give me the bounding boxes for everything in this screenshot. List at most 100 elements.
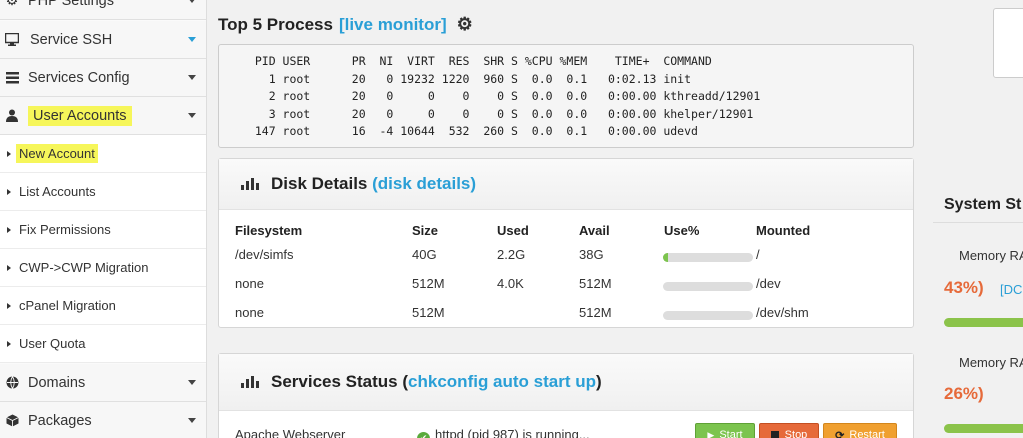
sidebar-sub-cwp-migration[interactable]: CWP->CWP Migration <box>0 249 206 287</box>
chevron-down-icon <box>188 418 196 423</box>
sidebar-item-user-accounts[interactable]: User Accounts <box>0 97 206 135</box>
sidebar-item-label: Services Config <box>28 69 130 86</box>
chevron-down-icon <box>188 37 196 42</box>
chevron-down-icon <box>188 75 196 80</box>
stop-button[interactable]: Stop <box>759 423 819 438</box>
memory-label: Memory RA <box>959 355 1023 370</box>
col-mounted: Mounted <box>756 223 811 238</box>
memory-bar <box>944 318 1023 327</box>
memory-details-link[interactable]: [DC <box>1000 282 1022 297</box>
usage-bar <box>663 282 753 291</box>
disk-panel: Disk Details (disk details) Filesystem S… <box>218 158 914 328</box>
sidebar-sub-label: New Account <box>16 144 98 163</box>
monitor-icon <box>5 33 19 47</box>
cell-avail: 512M <box>579 305 612 320</box>
cell-used: 4.0K <box>497 276 524 291</box>
sidebar-item-label: Packages <box>28 412 92 429</box>
sidebar-sub-new-account[interactable]: New Account <box>0 135 206 173</box>
sidebar-sub-fix-permissions[interactable]: Fix Permissions <box>0 211 206 249</box>
services-title: Services Status (chkconfig auto start up… <box>271 372 602 392</box>
start-button[interactable]: ▶ Start <box>695 423 755 438</box>
refresh-icon: ⟳ <box>835 429 845 438</box>
service-status-text: httpd (pid 987) is running... <box>435 427 590 438</box>
live-monitor-link[interactable]: [live monitor] <box>339 15 447 35</box>
box-icon <box>5 414 19 428</box>
restart-label: Restart <box>849 429 885 438</box>
sidebar-sub-label: User Quota <box>19 336 86 351</box>
cell-mounted: /dev <box>756 276 781 291</box>
start-label: Start <box>719 429 743 438</box>
bar-chart-icon <box>241 376 259 388</box>
memory-label: Memory RA <box>959 248 1023 263</box>
sidebar-sub-label: List Accounts <box>19 184 96 199</box>
stop-icon <box>770 431 779 438</box>
arrow-right-icon <box>7 188 11 195</box>
service-row: Apache Webserver ✔ httpd (pid 987) is run… <box>235 423 905 438</box>
process-line: 2 root 20 0 0 0 0 S 0.0 0.0 0:00.00 kthr… <box>241 89 761 103</box>
cell-filesystem: /dev/simfs <box>235 247 294 262</box>
memory-bar <box>944 424 1023 433</box>
process-line: 3 root 20 0 0 0 0 S 0.0 0.0 0:00.00 khel… <box>241 106 754 121</box>
chkconfig-link[interactable]: chkconfig auto start up <box>408 372 596 391</box>
cell-filesystem: none <box>235 276 264 291</box>
sidebar-sub-cpanel-migration[interactable]: cPanel Migration <box>0 287 206 325</box>
process-section-title: Top 5 Process [live monitor] ⚙ <box>218 14 473 35</box>
sidebar-sub-label: Fix Permissions <box>19 222 111 237</box>
chevron-down-icon <box>188 113 196 118</box>
memory-percent: 43%) <box>944 278 984 297</box>
sidebar-item-php-settings[interactable]: ⚙ PHP Settings <box>0 0 206 20</box>
sidebar: ⚙ PHP Settings Service SSH Services Conf… <box>0 0 207 438</box>
system-status-title: System St <box>944 196 1022 213</box>
sidebar-item-label: PHP Settings <box>28 0 114 9</box>
table-row: /dev/simfs 40G 2.2G 38G / <box>235 247 905 269</box>
sidebar-item-packages[interactable]: Packages <box>0 402 206 438</box>
arrow-right-icon <box>7 150 11 157</box>
sidebar-item-domains[interactable]: Domains <box>0 364 206 402</box>
arrow-right-icon <box>7 340 11 347</box>
chevron-down-icon <box>188 380 196 385</box>
process-header-line: PID USER PR NI VIRT RES SHR S %CPU %MEM … <box>241 54 712 68</box>
divider <box>933 222 1023 223</box>
col-filesystem: Filesystem <box>235 223 303 238</box>
usage-bar <box>663 311 753 320</box>
play-icon: ▶ <box>707 429 715 438</box>
table-header: Filesystem Size Used Avail Use% Mounted <box>235 223 905 245</box>
services-title-text: Services Status <box>271 372 398 391</box>
cell-filesystem: none <box>235 305 264 320</box>
sidebar-sub-list-accounts[interactable]: List Accounts <box>0 173 206 211</box>
cell-size: 40G <box>412 247 437 262</box>
paren-close: ) <box>596 372 602 391</box>
sidebar-item-service-ssh[interactable]: Service SSH <box>0 21 206 59</box>
cell-mounted: / <box>756 247 760 262</box>
arrow-right-icon <box>7 264 11 271</box>
cell-avail: 512M <box>579 276 612 291</box>
disk-details-link[interactable]: (disk details) <box>372 174 476 193</box>
chevron-down-icon <box>188 0 196 3</box>
globe-icon <box>5 376 19 390</box>
memory-percent: 26%) <box>944 384 984 403</box>
sidebar-item-services-config[interactable]: Services Config <box>0 59 206 97</box>
cell-mounted: /dev/shm <box>756 305 809 320</box>
cell-size: 512M <box>412 276 445 291</box>
bar-chart-icon <box>241 178 259 190</box>
sidebar-item-label: Domains <box>28 374 86 391</box>
user-icon <box>5 109 19 123</box>
restart-button[interactable]: ⟳ Restart <box>823 423 897 438</box>
service-name: Apache Webserver <box>235 427 346 438</box>
table-row: none 512M 4.0K 512M /dev <box>235 276 905 298</box>
process-line: 1 root 20 0 19232 1220 960 S 0.0 0.1 0:0… <box>241 71 692 86</box>
check-icon: ✔ <box>417 432 430 438</box>
list-icon <box>5 71 19 85</box>
usage-bar <box>663 253 753 262</box>
sidebar-sub-label: CWP->CWP Migration <box>19 260 149 275</box>
cell-avail: 38G <box>579 247 604 262</box>
disk-title: Disk Details (disk details) <box>271 174 476 194</box>
gear-icon[interactable]: ⚙ <box>457 14 473 35</box>
stop-label: Stop <box>784 429 808 438</box>
sidebar-sub-user-quota[interactable]: User Quota <box>0 325 206 363</box>
col-avail: Avail <box>579 223 610 238</box>
col-use-pct: Use% <box>664 223 700 238</box>
service-status: ✔ httpd (pid 987) is running... <box>417 427 590 438</box>
cell-size: 512M <box>412 305 445 320</box>
disk-panel-header: Disk Details (disk details) <box>219 159 913 210</box>
